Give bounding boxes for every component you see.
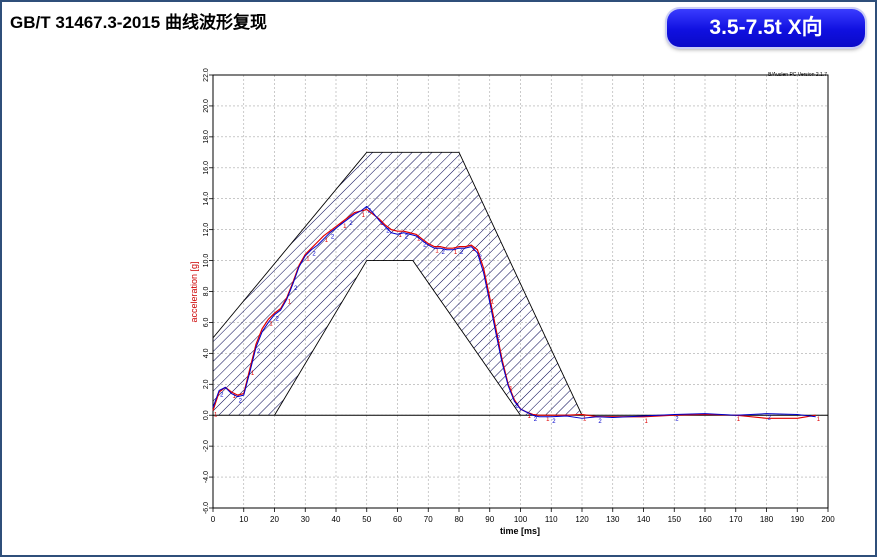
x-tick-label: 70 (424, 515, 433, 524)
x-tick-label: 80 (455, 515, 464, 524)
y-tick-label: 14.0 (203, 192, 210, 206)
x-tick-label: 200 (821, 515, 835, 524)
x-tick-label: 170 (729, 515, 743, 524)
y-tick-label: -4.0 (203, 471, 210, 483)
x-tick-label: 180 (760, 515, 774, 524)
x-tick-label: 100 (514, 515, 528, 524)
x-axis-label: time [ms] (500, 526, 540, 536)
x-tick-label: 60 (393, 515, 402, 524)
y-tick-label: 8.0 (203, 287, 210, 297)
y-tick-label: 10.0 (203, 254, 210, 268)
x-tick-label: 130 (606, 515, 620, 524)
x-tick-label: 20 (270, 515, 279, 524)
y-tick-label: 6.0 (203, 317, 210, 327)
y-tick-label: 16.0 (203, 161, 210, 175)
x-tick-label: 140 (637, 515, 651, 524)
x-tick-label: 150 (668, 515, 682, 524)
y-axis-label: acceleration [g] (189, 261, 199, 322)
y-tick-label: -6.0 (203, 502, 210, 514)
x-tick-label: 120 (575, 515, 589, 524)
y-tick-label: 18.0 (203, 130, 210, 144)
x-tick-label: 160 (698, 515, 712, 524)
y-tick-label: 12.0 (203, 223, 210, 237)
x-tick-label: 90 (485, 515, 494, 524)
version-note: B/Auslen PC Version 2.1.7 (768, 72, 827, 78)
x-tick-label: 30 (301, 515, 310, 524)
x-tick-label: 0 (211, 515, 216, 524)
x-tick-label: 50 (362, 515, 371, 524)
y-tick-label: 2.0 (203, 379, 210, 389)
y-tick-label: 0.0 (203, 410, 210, 420)
x-tick-label: 40 (332, 515, 341, 524)
y-tick-label: 4.0 (203, 348, 210, 358)
chart: 0 10 20 30 40 50 60 70 80 90 100 110 120 130 140 150 160… (189, 68, 835, 536)
y-tick-label: -2.0 (203, 440, 210, 452)
x-tick-label: 10 (239, 515, 248, 524)
x-tick-label: 110 (545, 515, 558, 524)
x-tick-label: 190 (791, 515, 805, 524)
y-tick-label: 22.0 (203, 68, 210, 82)
y-tick-label: 20.0 (203, 99, 210, 113)
